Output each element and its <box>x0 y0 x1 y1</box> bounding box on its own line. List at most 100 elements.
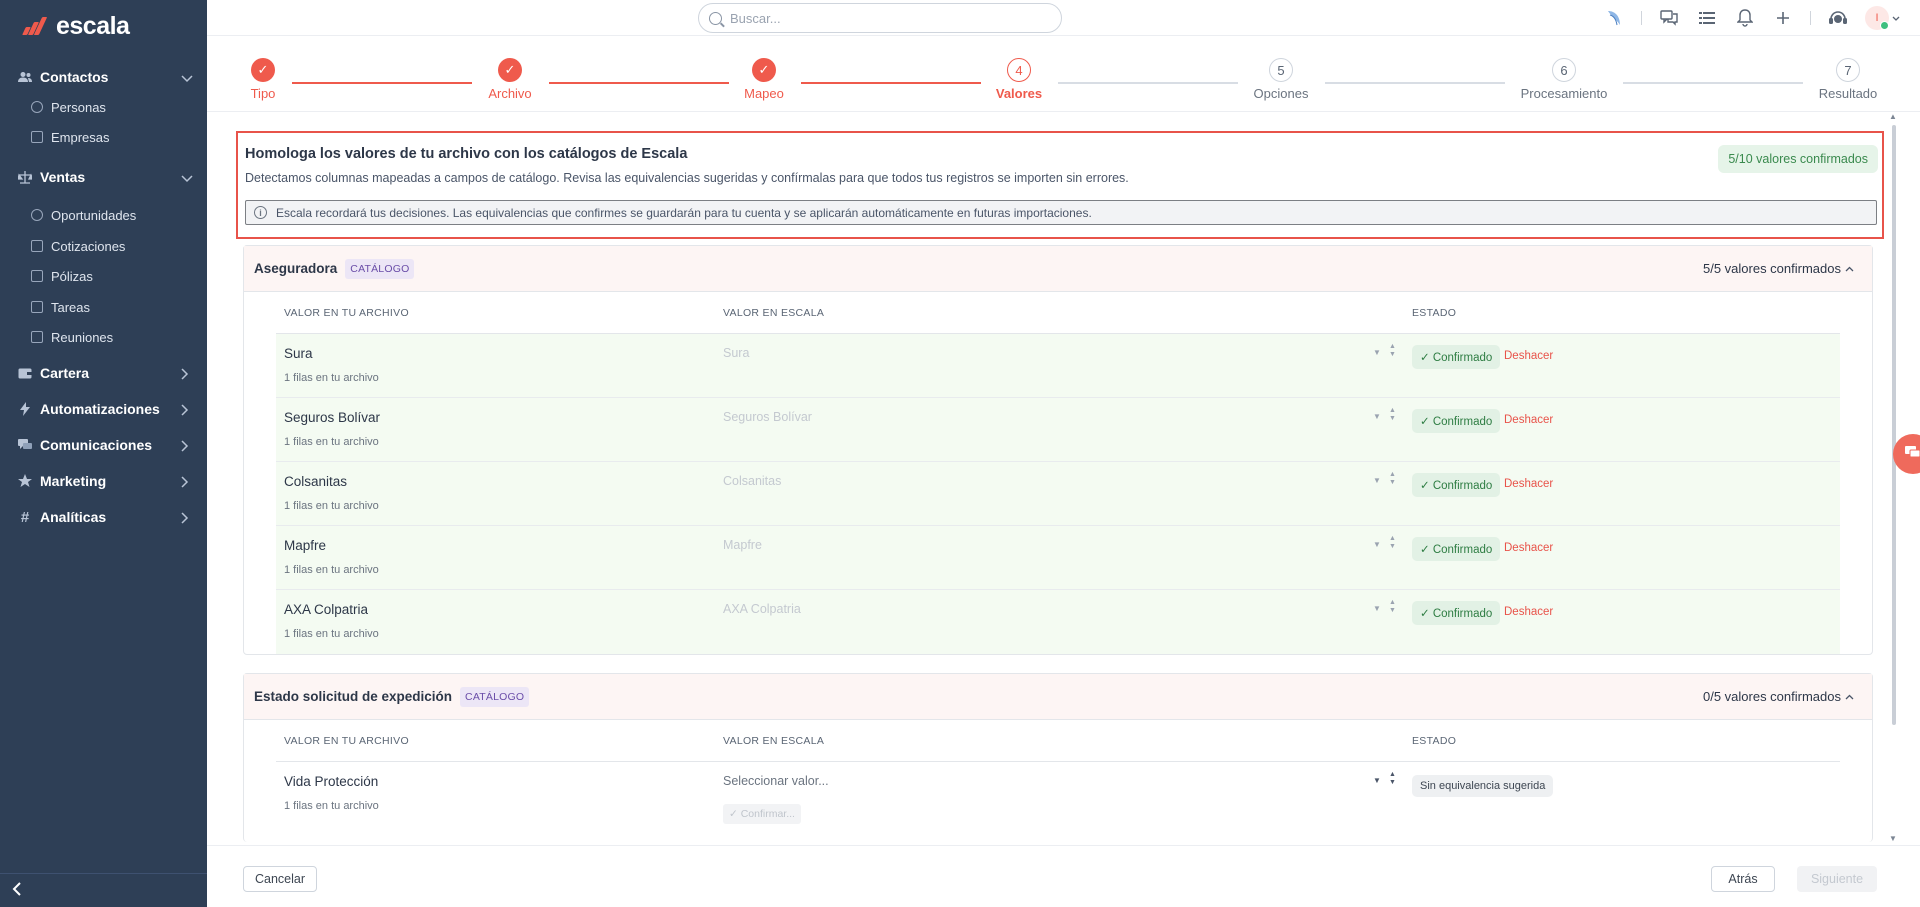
logo-text: escala <box>56 11 130 40</box>
section-count: 0/5 valores confirmados <box>1702 689 1841 704</box>
caret-down-icon: ▼ <box>1373 412 1381 421</box>
sidebar-item-reuniones[interactable]: Reuniones <box>0 322 207 352</box>
sidebar-item-personas[interactable]: Personas <box>0 92 207 122</box>
caret-down-icon: ▼ <box>1373 604 1381 613</box>
sidebar-group-ventas[interactable]: Ventas <box>0 162 207 192</box>
chevron-up-icon[interactable] <box>1845 263 1854 275</box>
table-row: AXA Colpatria 1 filas en tu archivo AXA … <box>276 590 1840 654</box>
step-check-icon: ✓ <box>251 58 275 82</box>
sort-icon: ▲ ▼ <box>1389 407 1396 422</box>
section-header[interactable]: Aseguradora CATÁLOGO 5/5 valores confirm… <box>244 246 1872 292</box>
caret-down-icon: ▼ <box>1373 540 1381 549</box>
back-button[interactable]: Atrás <box>1711 866 1775 892</box>
col-escala-value: VALOR EN ESCALA <box>723 734 825 747</box>
escala-logo[interactable]: escala <box>22 11 130 40</box>
sort-icon: ▲ ▼ <box>1389 471 1396 486</box>
col-status: ESTADO <box>1412 306 1457 319</box>
step-mapeo[interactable]: ✓ Mapeo <box>714 58 814 101</box>
chevron-down-icon <box>181 72 193 83</box>
sidebar-item-cotizaciones[interactable]: Cotizaciones <box>0 231 207 261</box>
section-title: Estado solicitud de expedición <box>254 689 453 704</box>
sidebar-group-label: Analíticas <box>40 509 107 525</box>
file-value: Sura <box>284 346 313 361</box>
sidebar-group-label: Automatizaciones <box>40 401 160 417</box>
step-valores: 4 Valores <box>969 58 1069 101</box>
sidebar-group-analiticas[interactable]: # Analíticas <box>0 502 207 532</box>
section-title: Aseguradora <box>254 261 338 276</box>
checkbox-icon <box>31 301 43 313</box>
step-connector <box>1623 82 1803 84</box>
sidebar-group-comunicaciones[interactable]: Comunicaciones <box>0 430 207 460</box>
sidebar-group-cartera[interactable]: Cartera <box>0 358 207 388</box>
feather-icon[interactable] <box>1603 7 1625 29</box>
status-badge: ✓ Confirmado <box>1412 473 1501 497</box>
chat-icon <box>18 438 32 452</box>
catalog-badge: CATÁLOGO <box>345 258 415 279</box>
table-header: VALOR EN TU ARCHIVO VALOR EN ESCALA ESTA… <box>276 720 1840 762</box>
list-icon[interactable] <box>1696 7 1718 29</box>
step-procesamiento: 6 Procesamiento <box>1514 58 1614 101</box>
sidebar-item-polizas[interactable]: Pólizas <box>0 261 207 291</box>
file-value: Colsanitas <box>284 474 348 489</box>
search-box[interactable] <box>698 3 1062 33</box>
sidebar-item-oportunidades[interactable]: Oportunidades <box>0 200 207 230</box>
sidebar-item-tareas[interactable]: Tareas <box>0 292 207 322</box>
undo-button[interactable]: Deshacer <box>1504 414 1553 426</box>
sidebar-group-marketing[interactable]: Marketing <box>0 466 207 496</box>
confirm-button[interactable]: ✓ Confirmar... <box>723 804 801 824</box>
chevron-up-icon[interactable] <box>1845 691 1854 703</box>
collapse-sidebar-button[interactable] <box>0 873 207 907</box>
sidebar-group-automatizaciones[interactable]: Automatizaciones <box>0 394 207 424</box>
chat-button[interactable] <box>1893 434 1920 474</box>
scale-icon <box>18 170 32 184</box>
search-input[interactable] <box>730 10 1030 26</box>
chevron-right-icon <box>181 368 191 380</box>
scroll-up-arrow[interactable]: ▲ <box>1889 112 1897 121</box>
table-row: Colsanitas 1 filas en tu archivo Colsani… <box>276 462 1840 526</box>
caret-down-icon: ▼ <box>1373 348 1381 357</box>
section-header[interactable]: Estado solicitud de expedición CATÁLOGO … <box>244 674 1872 720</box>
status-badge: ✓ Confirmado <box>1412 345 1501 369</box>
divider <box>1810 11 1811 25</box>
confirmed-count-badge: 5/10 valores confirmados <box>1718 145 1878 173</box>
sidebar-group-contactos[interactable]: Contactos <box>0 62 207 92</box>
file-value: Mapfre <box>284 538 327 553</box>
escala-value-select[interactable]: Seleccionar valor... ▼ ▲ ▼ <box>723 771 1403 788</box>
col-escala-value: VALOR EN ESCALA <box>723 306 825 319</box>
hash-icon: # <box>20 508 30 526</box>
scroll-down-arrow[interactable]: ▼ <box>1889 834 1897 843</box>
step-connector <box>549 82 729 84</box>
import-stepper: ✓ Tipo ✓ Archivo ✓ Mapeo 4 Valores 5 Opc… <box>207 36 1920 112</box>
building-icon <box>31 131 43 143</box>
select-value: Colsanitas <box>723 474 782 488</box>
info-icon: i <box>254 206 267 219</box>
plus-icon[interactable] <box>1772 7 1794 29</box>
undo-button[interactable]: Deshacer <box>1504 478 1553 490</box>
step-check-icon: ✓ <box>752 58 776 82</box>
chevron-left-icon <box>12 880 22 901</box>
select-value: Seguros Bolívar <box>723 410 812 424</box>
info-text: Escala recordará tus decisiones. Las equ… <box>276 205 1092 220</box>
row-count: 1 filas en tu archivo <box>284 500 379 512</box>
sidebar-item-label: Personas <box>51 99 106 115</box>
page-description: Detectamos columnas mapeadas a campos de… <box>245 171 1129 185</box>
cancel-button[interactable]: Cancelar <box>243 866 317 892</box>
sidebar-item-empresas[interactable]: Empresas <box>0 122 207 152</box>
sidebar-group-label: Cartera <box>40 365 90 381</box>
step-tipo[interactable]: ✓ Tipo <box>213 58 313 101</box>
file-value: AXA Colpatria <box>284 602 369 617</box>
undo-button[interactable]: Deshacer <box>1504 606 1553 618</box>
bell-icon[interactable] <box>1734 7 1756 29</box>
support-icon[interactable] <box>1827 7 1849 29</box>
users-icon <box>18 70 32 84</box>
next-button[interactable]: Siguiente <box>1797 866 1877 892</box>
messages-icon[interactable] <box>1658 7 1680 29</box>
user-menu[interactable]: I <box>1865 6 1900 30</box>
undo-button[interactable]: Deshacer <box>1504 542 1553 554</box>
undo-button[interactable]: Deshacer <box>1504 350 1553 362</box>
step-archivo[interactable]: ✓ Archivo <box>460 58 560 101</box>
scrollbar-thumb[interactable] <box>1892 125 1896 725</box>
chevron-down-icon <box>1892 9 1900 27</box>
escala-value-select: Seguros Bolívar ▼ ▲ ▼ <box>723 407 1403 424</box>
sort-icon: ▲ ▼ <box>1389 343 1396 358</box>
